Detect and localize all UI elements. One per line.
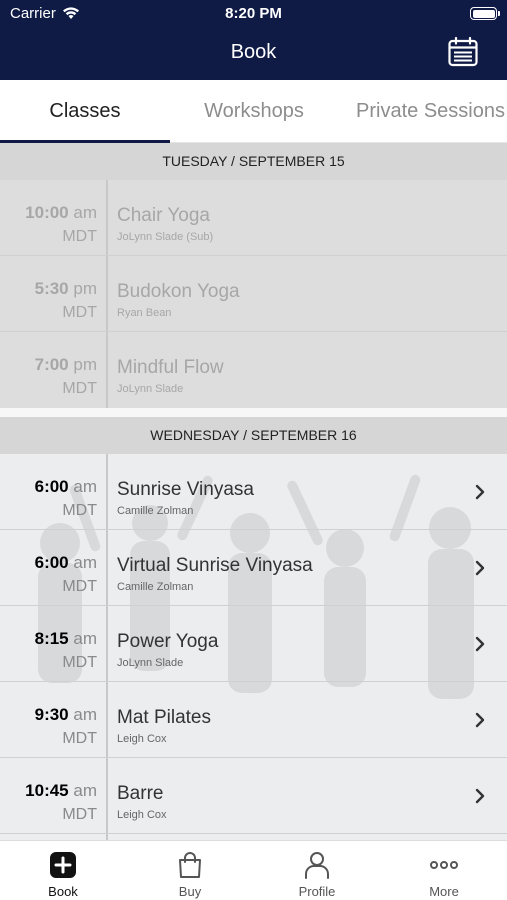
- class-name: Mat Pilates: [117, 707, 211, 728]
- tabbar-label: Book: [48, 884, 78, 899]
- class-name: Virtual Sunrise Vinyasa: [117, 555, 313, 576]
- class-timezone: MDT: [62, 730, 97, 747]
- class-name: Chair Yoga: [117, 205, 210, 226]
- class-time: 6:00 am: [34, 477, 97, 496]
- class-instructor: Leigh Cox: [117, 809, 167, 821]
- class-timezone: MDT: [62, 304, 97, 321]
- class-timezone: MDT: [62, 502, 97, 519]
- tab-workshops[interactable]: Workshops: [170, 80, 338, 143]
- battery-icon: [470, 7, 500, 20]
- class-row[interactable]: 10:00 am MDT Chair Yoga JoLynn Slade (Su…: [0, 180, 507, 256]
- class-name: Mindful Flow: [117, 357, 224, 378]
- class-time: 9:30 am: [34, 705, 97, 724]
- bottom-tab-bar: Book Buy Profile More: [0, 840, 507, 900]
- class-row[interactable]: 5:30 pm MDT Budokon Yoga Ryan Bean: [0, 256, 507, 332]
- class-name: Barre: [117, 783, 164, 804]
- class-time: 10:00 am: [25, 203, 97, 222]
- calendar-icon[interactable]: [447, 36, 479, 68]
- plus-square-icon: [50, 852, 76, 878]
- status-time: 8:20 PM: [225, 5, 282, 22]
- page-title: Book: [230, 41, 277, 63]
- class-time: 6:00 am: [34, 553, 97, 572]
- tab-private-sessions[interactable]: Private Sessions: [338, 80, 507, 143]
- class-name: Sunrise Vinyasa: [117, 479, 254, 500]
- tabbar-book[interactable]: Book: [0, 841, 126, 900]
- class-schedule-list[interactable]: TUESDAY / SEPTEMBER 15 10:00 am MDT Chai…: [0, 143, 507, 840]
- class-time: 10:45 am: [25, 781, 97, 800]
- chevron-right-icon[interactable]: [475, 560, 485, 576]
- class-timezone: MDT: [62, 654, 97, 671]
- class-row[interactable]: 7:00 pm MDT Mindful Flow JoLynn Slade: [0, 332, 507, 408]
- tabbar-more[interactable]: More: [381, 841, 507, 900]
- class-row[interactable]: 6:00 am MDT Sunrise Vinyasa Camille Zolm…: [0, 454, 507, 530]
- tabbar-label: Profile: [298, 884, 336, 899]
- class-instructor: Ryan Bean: [117, 307, 172, 319]
- class-instructor: Camille Zolman: [117, 505, 194, 517]
- class-instructor: Leigh Cox: [117, 733, 167, 745]
- chevron-right-icon[interactable]: [475, 636, 485, 652]
- app-header: Carrier 8:20 PM Book: [0, 0, 507, 80]
- chevron-right-icon[interactable]: [475, 484, 485, 500]
- class-instructor: JoLynn Slade: [117, 383, 184, 395]
- class-instructor: JoLynn Slade: [117, 657, 184, 669]
- class-row[interactable]: 9:30 am MDT Mat Pilates Leigh Cox: [0, 682, 507, 758]
- class-time: 8:15 am: [34, 629, 97, 648]
- person-icon: [305, 852, 329, 879]
- class-timezone: MDT: [62, 380, 97, 397]
- day-header: WEDNESDAY / SEPTEMBER 16: [0, 417, 507, 454]
- class-timezone: MDT: [62, 806, 97, 823]
- tabbar-profile[interactable]: Profile: [254, 841, 380, 900]
- class-time: 5:30 pm: [34, 279, 97, 298]
- chevron-right-icon[interactable]: [475, 712, 485, 728]
- class-instructor: Camille Zolman: [117, 581, 194, 593]
- class-timezone: MDT: [62, 228, 97, 245]
- class-instructor: JoLynn Slade (Sub): [117, 231, 214, 243]
- tabbar-label: More: [429, 884, 459, 899]
- tabbar-buy[interactable]: Buy: [127, 841, 253, 900]
- more-dots-icon: [430, 861, 458, 869]
- class-row[interactable]: 8:15 am MDT Power Yoga JoLynn Slade: [0, 606, 507, 682]
- segment-tabs: Classes Workshops Private Sessions: [0, 80, 507, 143]
- class-name: Budokon Yoga: [117, 281, 240, 302]
- class-row[interactable]: 10:45 am MDT Barre Leigh Cox: [0, 758, 507, 834]
- status-bar: Carrier 8:20 PM: [0, 0, 507, 28]
- day-header: TUESDAY / SEPTEMBER 15: [0, 143, 507, 180]
- class-time: 7:00 pm: [34, 355, 97, 374]
- class-row[interactable]: 6:00 am MDT Virtual Sunrise Vinyasa Cami…: [0, 530, 507, 606]
- class-timezone: MDT: [62, 578, 97, 595]
- class-name: Power Yoga: [117, 631, 219, 652]
- shopping-bag-icon: [179, 852, 201, 878]
- tab-classes[interactable]: Classes: [0, 80, 170, 143]
- tabbar-label: Buy: [178, 884, 202, 899]
- chevron-right-icon[interactable]: [475, 788, 485, 804]
